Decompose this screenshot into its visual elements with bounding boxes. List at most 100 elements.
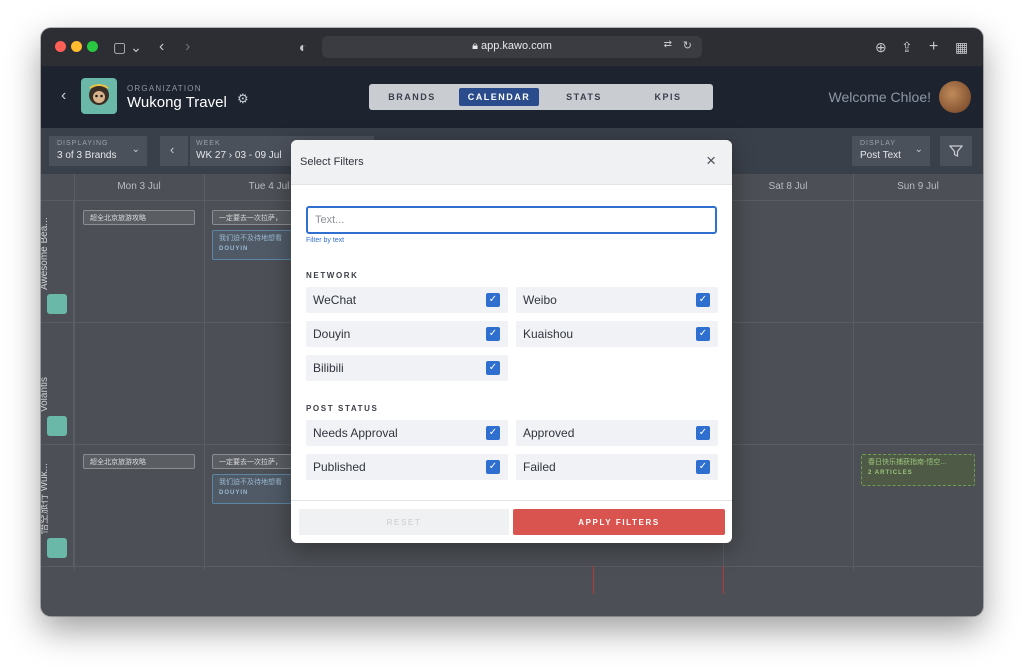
previous-week-button[interactable]: ‹	[160, 136, 188, 166]
network-option-weibo[interactable]: Weibo ✓	[516, 287, 718, 313]
tab-stats[interactable]: STATS	[551, 88, 617, 106]
chevron-left-icon: ‹	[170, 142, 175, 157]
display-mode-dropdown[interactable]: DISPLAY Post Text ⌄	[852, 136, 930, 166]
post-status-section-title: POST STATUS	[306, 404, 379, 413]
privacy-shield-icon[interactable]: ◐	[299, 38, 307, 56]
sidebar-icon[interactable]: ▢ ⌄	[113, 38, 142, 56]
brand-logo-icon	[47, 294, 67, 314]
chevron-down-icon: ⌄	[914, 144, 923, 155]
user-avatar[interactable]	[939, 81, 971, 113]
calendar-post[interactable]: 超全北京旅游攻略	[83, 210, 195, 225]
dialog-title: Select Filters	[300, 156, 364, 168]
tab-calendar[interactable]: CALENDAR	[459, 88, 539, 106]
browser-toolbar: ▢ ⌄ ‹ › ◐ 🔒︎ app.kawo.com ⇄ ↻ ⊕ ⇪ + ▦	[41, 28, 983, 66]
network-section-title: NETWORK	[306, 271, 359, 280]
option-label: Failed	[523, 460, 556, 474]
post-network: DOUYIN	[219, 246, 249, 252]
tab-kpis[interactable]: KPIS	[635, 88, 701, 106]
address-bar[interactable]: 🔒︎ app.kawo.com ⇄ ↻	[322, 36, 702, 58]
option-label: Kuaishou	[523, 327, 574, 341]
displaying-brands-dropdown[interactable]: DISPLAYING 3 of 3 Brands ⌄	[49, 136, 147, 166]
network-option-wechat[interactable]: WeChat ✓	[306, 287, 508, 313]
post-text: 我们迫不及待地想看	[219, 235, 282, 242]
checkbox-checked-icon[interactable]: ✓	[486, 327, 500, 341]
gear-icon[interactable]: ⚙	[237, 91, 249, 107]
filter-button[interactable]	[940, 136, 972, 166]
organization-label: ORGANIZATION	[127, 84, 202, 93]
apply-filters-button[interactable]: APPLY FILTERS	[513, 509, 725, 535]
url-text: app.kawo.com	[480, 40, 552, 52]
calendar-post[interactable]: 一定要去一次拉萨，	[212, 454, 292, 469]
dialog-footer: RESET APPLY FILTERS	[291, 500, 732, 543]
brand-row-label: Awesome Bea...	[41, 200, 74, 322]
brand-name: 悟空旅行 Wuk...	[41, 463, 50, 534]
grid-divider	[41, 566, 983, 567]
post-article-count: 2 ARTICLES	[868, 470, 913, 476]
new-tab-icon[interactable]: +	[929, 38, 938, 56]
status-option-needs-approval[interactable]: Needs Approval ✓	[306, 420, 508, 446]
calendar-post[interactable]: 一定要去一次拉萨，	[212, 210, 292, 225]
reset-button[interactable]: RESET	[299, 509, 509, 535]
grid-divider	[204, 174, 205, 570]
display-value: Post Text	[860, 150, 901, 161]
checkbox-checked-icon[interactable]: ✓	[486, 293, 500, 307]
close-icon[interactable]: ×	[706, 152, 716, 170]
translate-icon[interactable]: ⇄	[664, 39, 672, 50]
calendar-post[interactable]: 春日快乐捕获指南-悟空... 2 ARTICLES	[861, 454, 975, 486]
main-nav-tabs: BRANDS CALENDAR STATS KPIS	[369, 84, 713, 110]
option-label: Approved	[523, 426, 575, 440]
tab-overview-icon[interactable]: ▦	[955, 38, 968, 56]
share-icon[interactable]: ⇪	[901, 38, 913, 56]
checkbox-checked-icon[interactable]: ✓	[696, 426, 710, 440]
tab-brands[interactable]: BRANDS	[379, 88, 445, 106]
status-option-published[interactable]: Published ✓	[306, 454, 508, 480]
close-window-button[interactable]	[55, 41, 66, 52]
post-text: 我们迫不及待地想看	[219, 479, 282, 486]
day-header-mon: Mon 3 Jul	[117, 181, 161, 192]
minimize-window-button[interactable]	[71, 41, 82, 52]
today-marker	[593, 566, 594, 594]
filter-funnel-icon	[949, 145, 963, 157]
today-marker	[723, 566, 724, 594]
checkbox-checked-icon[interactable]: ✓	[696, 460, 710, 474]
status-option-failed[interactable]: Failed ✓	[516, 454, 718, 480]
forward-arrow-icon[interactable]: ›	[185, 38, 190, 56]
network-option-douyin[interactable]: Douyin ✓	[306, 321, 508, 347]
option-label: WeChat	[313, 293, 357, 307]
checkbox-checked-icon[interactable]: ✓	[696, 293, 710, 307]
calendar-post[interactable]: 超全北京旅游攻略	[83, 454, 195, 469]
organization-name: Wukong Travel	[127, 94, 227, 111]
calendar-post[interactable]: 我们迫不及待地想看 DOUYIN	[212, 230, 292, 260]
option-label: Bilibili	[313, 361, 344, 375]
calendar-post[interactable]: 我们迫不及待地想看 DOUYIN	[212, 474, 292, 504]
brand-row-label: Volantis	[41, 322, 74, 444]
checkbox-checked-icon[interactable]: ✓	[486, 361, 500, 375]
filter-text-input[interactable]	[306, 206, 717, 234]
post-text: 春日快乐捕获指南-悟空...	[868, 459, 947, 466]
brand-name: Awesome Bea...	[41, 217, 50, 290]
week-label: WEEK	[196, 140, 221, 147]
network-option-bilibili[interactable]: Bilibili ✓	[306, 355, 508, 381]
checkbox-checked-icon[interactable]: ✓	[696, 327, 710, 341]
day-header-sat: Sat 8 Jul	[768, 181, 808, 192]
checkbox-checked-icon[interactable]: ✓	[486, 426, 500, 440]
back-arrow-icon[interactable]: ‹	[159, 38, 164, 56]
filter-text-hint: Filter by text	[306, 237, 345, 244]
network-option-kuaishou[interactable]: Kuaishou ✓	[516, 321, 718, 347]
back-chevron-icon[interactable]: ‹	[61, 87, 66, 105]
chevron-down-icon: ⌄	[131, 144, 140, 155]
option-label: Weibo	[523, 293, 557, 307]
zoom-window-button[interactable]	[87, 41, 98, 52]
day-header-sun: Sun 9 Jul	[897, 181, 939, 192]
brand-name: Volantis	[41, 376, 50, 412]
checkbox-checked-icon[interactable]: ✓	[486, 460, 500, 474]
dialog-header: Select Filters ×	[291, 140, 732, 185]
organization-logo	[81, 78, 117, 114]
status-option-approved[interactable]: Approved ✓	[516, 420, 718, 446]
download-icon[interactable]: ⊕	[875, 38, 887, 56]
app-header: ‹ ORGANIZATION Wukong Travel ⚙ BRANDS CA…	[41, 66, 983, 128]
reload-icon[interactable]: ↻	[683, 39, 692, 52]
welcome-message: Welcome Chloe!	[828, 89, 931, 105]
monkey-logo-icon	[89, 84, 109, 105]
option-label: Douyin	[313, 327, 351, 341]
